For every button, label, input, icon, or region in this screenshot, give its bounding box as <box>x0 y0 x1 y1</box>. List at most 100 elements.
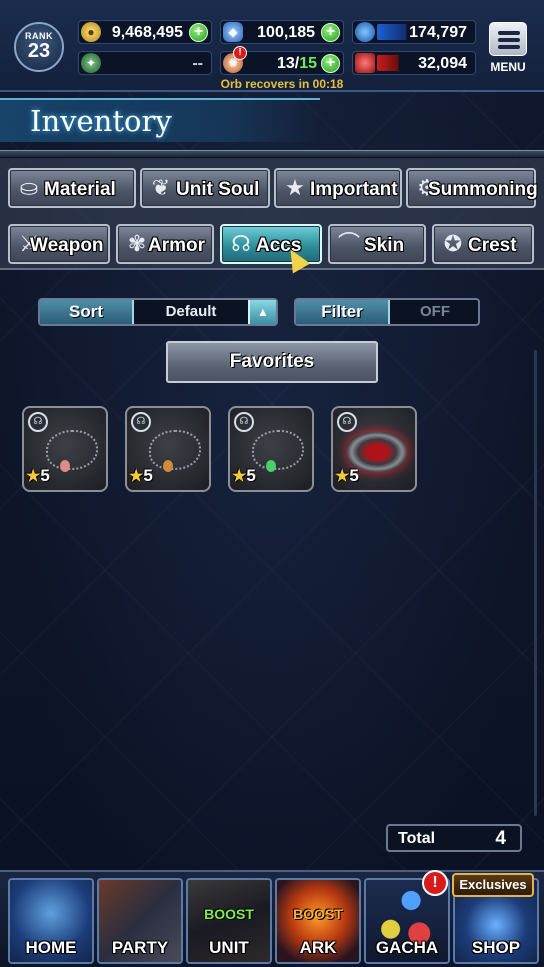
add-orb-button[interactable]: + <box>321 54 340 73</box>
tab-skin-label: Skin <box>364 235 405 256</box>
sort-control: Sort Default ▲ <box>38 298 278 326</box>
orb-counter: ✺ ! 13/15 + <box>220 46 344 75</box>
nav-home-label: HOME <box>25 938 77 957</box>
ark-boost-badge: BOOST <box>293 906 343 922</box>
tab-crest[interactable]: ✪ Crest <box>432 224 534 264</box>
tab-material-label: Material <box>44 179 116 200</box>
unit-soul-icon: ❦ <box>151 175 171 200</box>
star-icon: ★ <box>285 175 305 200</box>
rarity-star-icon: ★ <box>129 468 144 485</box>
favorites-button[interactable]: Favorites <box>166 341 378 383</box>
nav-party[interactable]: PARTY <box>97 878 183 964</box>
orb-current: 13 <box>276 55 295 72</box>
gil-value: 9,468,495 <box>111 24 183 41</box>
necklace-icon <box>149 430 201 470</box>
page-title: Inventory <box>30 104 172 138</box>
tab-unit-soul[interactable]: ❦ Unit Soul <box>140 168 270 208</box>
exp-value: 174,797 <box>409 24 467 41</box>
nav-home[interactable]: HOME <box>8 878 94 964</box>
necklace-icon: ☊ <box>231 231 251 256</box>
lapis-value: 100,185 <box>257 24 315 41</box>
pendant-icon <box>163 460 173 472</box>
arena-value: -- <box>192 55 203 72</box>
sort-button[interactable]: Sort <box>40 300 134 324</box>
rarity-label: ★5 <box>129 466 153 486</box>
gil-counter: ● 9,468,495 + <box>78 20 212 44</box>
gil-coin-icon: ● <box>81 22 101 42</box>
rarity-label: ★5 <box>26 466 50 486</box>
rank-badge[interactable]: RANK 23 <box>14 22 64 72</box>
rarity-value: 5 <box>40 466 50 485</box>
arena-counter: ✦ -- <box>78 51 212 75</box>
tab-material[interactable]: ⛀ Material <box>8 168 136 208</box>
orb-max: 15 <box>299 55 317 72</box>
nav-unit[interactable]: BOOST UNIT <box>186 878 272 964</box>
total-value: 4 <box>495 828 506 849</box>
nav-ark[interactable]: BOOST ARK <box>275 878 361 964</box>
rarity-label: ★5 <box>232 466 256 486</box>
rarity-value: 5 <box>246 466 256 485</box>
lapis-counter: ◆ 100,185 + <box>220 20 344 44</box>
arena-emblem-icon: ✦ <box>81 53 101 73</box>
material-bag-icon: ⛀ <box>19 175 39 200</box>
add-lapis-button[interactable]: + <box>321 23 340 42</box>
tab-armor-label: Armor <box>148 235 206 256</box>
inventory-item[interactable]: ☊ ★5 <box>125 406 211 492</box>
title-banner: Inventory <box>0 98 320 142</box>
inventory-item[interactable]: ☊ ★5 <box>228 406 314 492</box>
gacha-alert-badge: ! <box>422 870 448 896</box>
total-counter: Total 4 <box>386 824 522 852</box>
sort-value: Default <box>165 303 217 320</box>
tab-weapon-label: Weapon <box>30 235 104 256</box>
necklace-icon <box>46 430 98 470</box>
lapis-crystal-icon: ◆ <box>223 22 243 42</box>
exp-orb-icon <box>355 22 375 42</box>
rarity-value: 5 <box>143 466 153 485</box>
hamburger-icon <box>489 22 527 56</box>
nav-gacha-label: GACHA <box>375 938 439 957</box>
exclusives-badge[interactable]: Exclusives <box>452 873 534 897</box>
rarity-star-icon: ★ <box>26 468 41 485</box>
filter-value: OFF <box>420 303 450 320</box>
rarity-label: ★5 <box>335 466 359 486</box>
nav-shop-label: SHOP <box>471 938 521 957</box>
pendant-icon <box>266 460 276 472</box>
inventory-item[interactable]: ☊ ★5 <box>331 406 417 492</box>
tab-important[interactable]: ★ Important <box>274 168 402 208</box>
armor-icon: ✾ <box>127 231 147 256</box>
tab-important-label: Important <box>310 179 398 200</box>
favorite-toggle-icon[interactable]: ☊ <box>234 412 254 432</box>
nav-unit-label: UNIT <box>209 938 249 957</box>
tab-summoning-label: Summoning <box>428 179 538 200</box>
necklace-icon <box>252 430 304 470</box>
tab-armor[interactable]: ✾ Armor <box>116 224 214 264</box>
menu-button[interactable]: MENU <box>486 22 530 78</box>
tab-skin[interactable]: ⌒ Skin <box>328 224 426 264</box>
unit-boost-badge: BOOST <box>204 906 254 922</box>
tab-crest-label: Crest <box>468 235 517 256</box>
add-gil-button[interactable]: + <box>189 23 208 42</box>
tab-unit-soul-label: Unit Soul <box>176 179 260 200</box>
scrollbar[interactable] <box>534 350 537 816</box>
nav-ark-label: ARK <box>299 938 337 957</box>
nav-party-label: PARTY <box>111 938 169 957</box>
sort-order-toggle[interactable]: ▲ <box>248 300 276 324</box>
pendant-icon <box>60 460 70 472</box>
filter-control: Filter OFF <box>294 298 480 326</box>
tab-summoning[interactable]: ⚙ Summoning <box>406 168 538 208</box>
favorite-toggle-icon[interactable]: ☊ <box>131 412 151 432</box>
tab-weapon[interactable]: ⚔ Weapon <box>8 224 110 264</box>
exp-bar: 174,797 <box>352 20 476 44</box>
hp-bar: 32,094 <box>352 51 476 75</box>
favorite-toggle-icon[interactable]: ☊ <box>28 412 48 432</box>
crest-icon: ✪ <box>443 231 463 256</box>
favorite-toggle-icon[interactable]: ☊ <box>337 412 357 432</box>
menu-label: MENU <box>490 60 526 74</box>
status-bar: RANK 23 ● 9,468,495 + ◆ 100,185 + 174,79… <box>0 0 544 92</box>
inventory-item[interactable]: ☊ ★5 <box>22 406 108 492</box>
title-divider <box>0 150 544 158</box>
rarity-value: 5 <box>349 466 359 485</box>
filter-button[interactable]: Filter <box>296 300 390 324</box>
total-label: Total <box>398 830 436 847</box>
category-tab-panel: ⛀ Material ❦ Unit Soul ★ Important ⚙ Sum… <box>0 158 544 270</box>
